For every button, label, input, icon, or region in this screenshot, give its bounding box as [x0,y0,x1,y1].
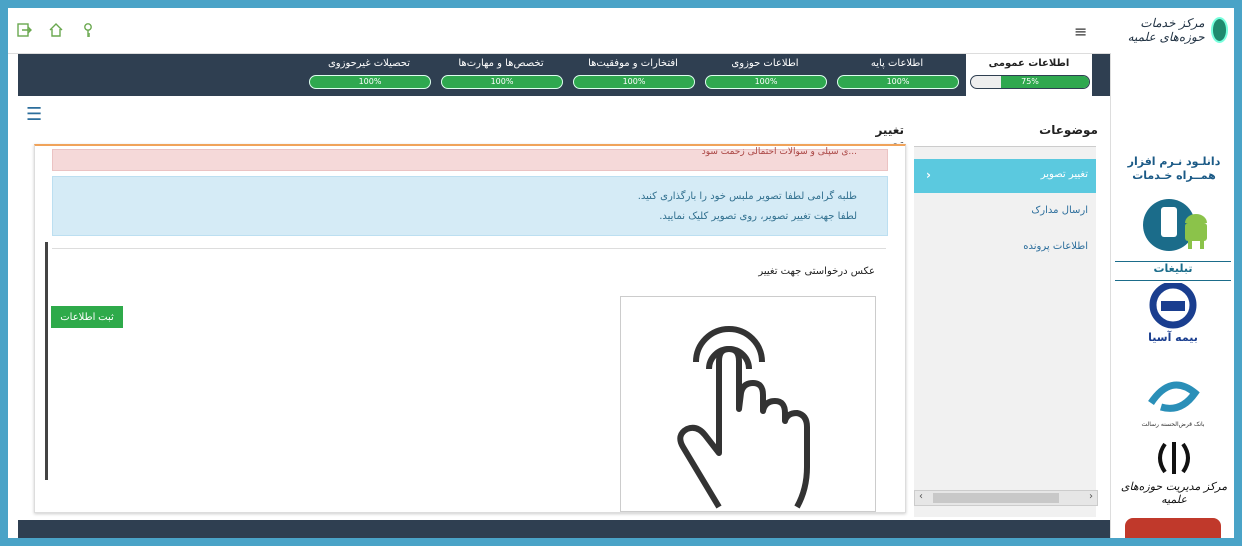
footer-strip [18,520,1110,538]
topics-list: تغییر تصویر ‹ ارسال مدارک اطلاعات پرونده [914,146,1096,517]
progress-item-honors[interactable]: افتخارات و موفقیت‌ها 100% [570,54,696,96]
hamburger-icon[interactable]: ≡ [1074,22,1087,41]
progress-item-general-info[interactable]: اطلاعات عمومی 75% [966,54,1092,96]
ad-banner-red[interactable] [1125,518,1221,538]
resalat-bank-logo[interactable]: بانک قرض‌الحسنه رسالت [1141,363,1205,433]
save-button[interactable]: ثبت اطلاعات [51,306,123,328]
progress-bar: 100% [309,75,431,89]
alert-info: طلبه گرامی لطفا تصویر ملبس خود را بارگذا… [52,176,888,236]
topic-label: تغییر تصویر [1040,169,1088,180]
progress-bar: 100% [705,75,827,89]
logout-icon[interactable] [16,22,32,38]
download-app-banner[interactable]: دانلـود نـرم افزار همــراه خـدمات [1117,155,1231,183]
topic-label: اطلاعات پرونده [1023,241,1088,252]
topic-item-file-info[interactable]: اطلاعات پرونده [914,231,1096,265]
scroll-right-icon[interactable]: › [1089,491,1093,502]
site-logo[interactable]: مرکز خدمات حوزه‌های علمیه [1116,14,1228,46]
tap-hand-icon [677,326,810,509]
progress-item-basic-info[interactable]: اطلاعات پایه 100% [834,54,960,96]
divider [52,248,886,249]
alert-danger-text: ...ی سپلی و سوالات احتمالی زحمت سود [701,147,857,157]
progress-bar: 100% [837,75,959,89]
progress-label: تحصیلات غیرحوزوی [327,58,411,69]
android-app-icon[interactable] [1139,193,1211,255]
panel-menu-icon[interactable]: ☰ [26,104,42,125]
progress-bar: 100% [573,75,695,89]
chevron-left-icon: ‹ [926,168,931,182]
topic-item-send-documents[interactable]: ارسال مدارک [914,195,1096,229]
ads-label: تبلیغات [1115,261,1231,281]
alert-info-line2: لطفا جهت تغییر تصویر، روی تصویر کلیک نما… [659,211,857,222]
top-bar: ≡ مرکز خدمات حوزه‌های علمیه [8,8,1234,54]
horizontal-scrollbar[interactable]: ‹ › [914,490,1098,506]
progress-label: اطلاعات پایه [870,58,924,69]
vertical-scroll-indicator[interactable] [45,242,48,480]
progress-item-skills[interactable]: تخصص‌ها و مهارت‌ها 100% [438,54,564,96]
logo-text: مرکز خدمات حوزه‌های علمیه [1127,16,1205,44]
photo-label: عکس درخواستی جهت تغییر [758,266,875,277]
scrollbar-thumb[interactable] [933,493,1059,503]
home-icon[interactable] [48,22,64,38]
scroll-left-icon[interactable]: ‹ [919,491,923,502]
hawza-management-logo[interactable]: مرکز مدیریت حوزه‌های علمیه [1115,438,1233,508]
progress-label: اطلاعات عمومی [988,58,1070,69]
right-sidebar: دانلـود نـرم افزار همــراه خـدمات تبلیغا… [1110,53,1234,538]
logo-seal-icon [1210,17,1228,43]
progress-item-non-seminary-education[interactable]: تحصیلات غیرحوزوی 100% [306,54,432,96]
alert-danger: ...ی سپلی و سوالات احتمالی زحمت سود [52,147,888,171]
topic-item-change-photo[interactable]: تغییر تصویر ‹ [914,159,1096,193]
progress-label: اطلاعات حوزوی [731,58,799,69]
alert-info-line1: طلبه گرامی لطفا تصویر ملبس خود را بارگذا… [637,191,857,202]
progress-label: تخصص‌ها و مهارت‌ها [458,58,544,69]
progress-bar: 100% [441,75,563,89]
progress-item-seminary-info[interactable]: اطلاعات حوزوی 100% [702,54,828,96]
app-frame: ≡ مرکز خدمات حوزه‌های علمیه تحصیلات غیرح… [8,8,1234,538]
photo-upload-area[interactable] [620,296,876,512]
bime-asia-logo[interactable]: بیمه آسیا [1143,281,1203,353]
topics-title: موضوعات [1039,123,1098,137]
content-panel: ...ی سپلی و سوالات احتمالی زحمت سود طلبه… [34,144,906,513]
top-icons [16,22,96,38]
progress-bar: 75% [970,75,1090,89]
progress-label: افتخارات و موفقیت‌ها [588,58,678,69]
key-icon[interactable] [80,22,96,38]
topic-label: ارسال مدارک [1031,205,1088,216]
